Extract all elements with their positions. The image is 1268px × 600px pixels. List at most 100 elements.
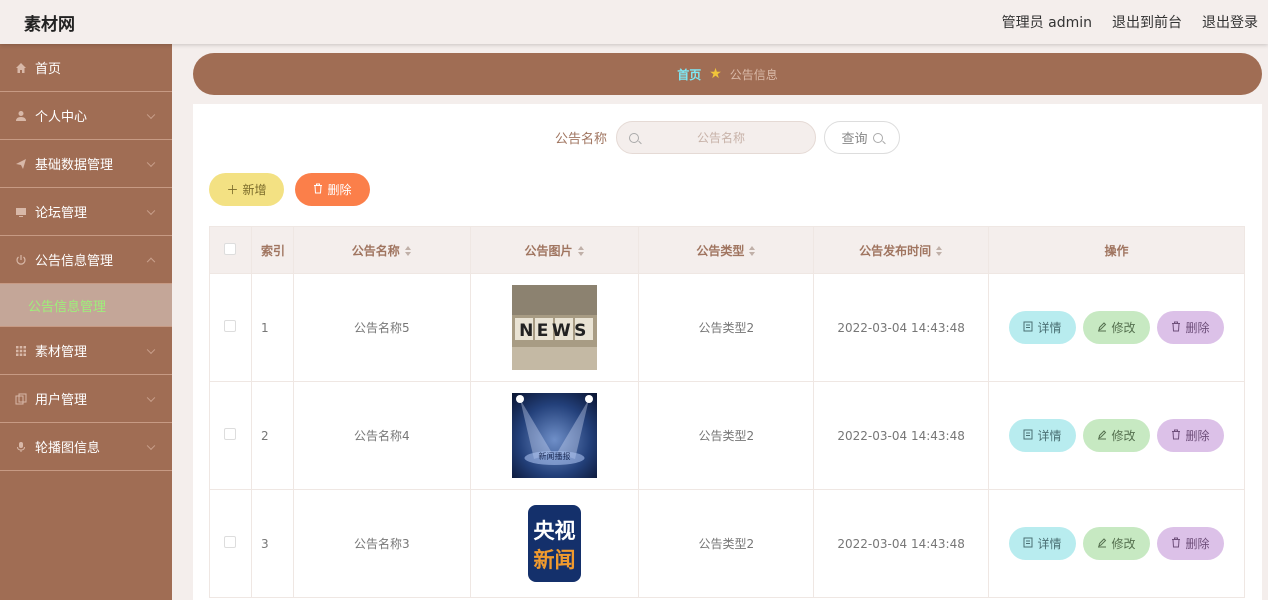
sidebar-item-home[interactable]: 首页 [0,44,172,92]
select-all-cell [209,226,252,274]
document-icon [1023,429,1033,443]
trash-icon [1171,429,1181,443]
delete-button[interactable]: 删除 [1157,419,1224,452]
header-time-label: 公告发布时间 [859,243,932,258]
delete-button-label: 删除 [1185,537,1210,551]
table-row: 3 公告名称3 央视 新闻 公告类型2 2022-03-04 14:43:48 [209,489,1245,598]
sort-icon[interactable] [577,246,585,256]
edit-button-label: 修改 [1111,429,1136,443]
sidebar-item-label: 公告信息管理 [35,254,114,269]
news-broadcast-thumbnail[interactable]: 新闻播报 [512,393,598,478]
detail-button-label: 详情 [1037,429,1062,443]
admin-label[interactable]: 管理员 admin [1002,12,1092,32]
thumbnail-text-bottom: 新闻 [534,548,576,572]
header-type-label: 公告类型 [696,243,745,258]
row-image-cell: NEWS [469,273,640,382]
document-icon [1023,321,1033,335]
notice-table: 索引 公告名称 公告图片 公告类型 公告发布时间 操作 1 公告名称5 NEWS… [209,226,1245,598]
edit-button[interactable]: 修改 [1083,311,1150,344]
search-row: 公告名称 查询 [193,121,1262,154]
table-header-row: 索引 公告名称 公告图片 公告类型 公告发布时间 操作 [209,226,1245,274]
chevron-up-icon [146,257,156,266]
sidebar-item-carousel[interactable]: 轮播图信息 [0,423,172,471]
detail-button[interactable]: 详情 [1009,527,1076,560]
breadcrumb: 首页 ★ 公告信息 [193,53,1262,95]
delete-button[interactable]: 删除 [1157,311,1224,344]
sort-icon[interactable] [936,246,943,256]
sidebar-item-label: 首页 [35,62,62,77]
row-time: 2022-03-04 14:43:48 [813,273,990,382]
sidebar-item-users[interactable]: 用户管理 [0,375,172,423]
select-all-checkbox[interactable] [224,242,237,255]
chevron-down-icon [146,345,156,354]
monitor-icon [14,205,28,219]
batch-delete-button[interactable]: 删除 [295,173,370,206]
table-row: 1 公告名称5 NEWS 公告类型2 2022-03-04 14:43:48 详… [209,273,1245,382]
thumbnail-text: NEWS [519,321,590,341]
sidebar-item-label: 基础数据管理 [35,158,114,173]
top-bar: 素材网 管理员 admin 退出到前台 退出登录 [0,0,1268,44]
delete-button-label: 删除 [1185,321,1210,335]
table-row: 2 公告名称4 新闻播报 公告类型2 2022-03-04 14:43:48 详… [209,381,1245,490]
row-time: 2022-03-04 14:43:48 [813,489,990,598]
sidebar-item-label: 轮播图信息 [35,441,101,456]
header-time[interactable]: 公告发布时间 [813,226,990,274]
news-thumbnail[interactable]: NEWS [512,285,598,370]
plus-icon: ＋ [226,183,239,197]
breadcrumb-home[interactable]: 首页 [677,66,701,83]
cctv-news-thumbnail[interactable]: 央视 新闻 [512,501,598,586]
sidebar-subitem-notice-management[interactable]: 公告信息管理 [0,284,172,327]
search-label: 公告名称 [554,132,607,147]
delete-button-label: 删除 [327,183,352,197]
query-button[interactable]: 查询 [824,121,900,154]
search-input[interactable] [639,130,803,145]
brand-title: 素材网 [24,14,75,35]
header-name[interactable]: 公告名称 [292,226,471,274]
edit-button-label: 修改 [1111,321,1136,335]
detail-button-label: 详情 [1037,537,1062,551]
row-ops-cell: 详情 修改 删除 [988,381,1245,490]
row-ops-cell: 详情 修改 删除 [988,489,1245,598]
row-type: 公告类型2 [638,489,815,598]
sidebar-item-label: 个人中心 [35,110,88,125]
header-image[interactable]: 公告图片 [469,226,640,274]
main-panel: 公告名称 查询 ＋ 新增 删除 索引 公告名称 [193,104,1262,600]
sidebar-item-personal-center[interactable]: 个人中心 [0,92,172,140]
header-ops: 操作 [988,226,1245,274]
row-checkbox[interactable] [224,536,237,548]
logout-link[interactable]: 退出登录 [1202,12,1258,32]
detail-button[interactable]: 详情 [1009,311,1076,344]
trash-icon [1171,321,1181,335]
exit-to-front-link[interactable]: 退出到前台 [1112,12,1182,32]
pencil-icon [1097,537,1107,551]
sort-icon[interactable] [749,246,756,256]
add-button[interactable]: ＋ 新增 [209,173,284,206]
chevron-down-icon [146,158,156,167]
detail-button[interactable]: 详情 [1009,419,1076,452]
edit-button[interactable]: 修改 [1083,419,1150,452]
mic-icon [14,440,28,454]
header-index: 索引 [250,226,294,274]
sidebar-item-basic-data[interactable]: 基础数据管理 [0,140,172,188]
copy-icon [14,392,28,406]
row-index: 1 [250,273,294,382]
search-input-wrapper [616,121,816,154]
sidebar: 首页 个人中心 基础数据管理 论坛管理 公告信息管理 公告信息管理 素材管理 用… [0,44,172,600]
sort-icon[interactable] [404,246,412,256]
sidebar-item-forum[interactable]: 论坛管理 [0,188,172,236]
header-type[interactable]: 公告类型 [638,226,815,274]
sidebar-item-label: 素材管理 [35,345,88,360]
delete-button[interactable]: 删除 [1157,527,1224,560]
sidebar-item-material[interactable]: 素材管理 [0,327,172,375]
sidebar-item-notice-management[interactable]: 公告信息管理 [0,236,172,284]
power-icon [14,253,28,267]
row-checkbox[interactable] [224,428,237,440]
edit-button[interactable]: 修改 [1083,527,1150,560]
user-icon [14,109,28,123]
send-icon [14,157,28,171]
trash-icon [1171,537,1181,551]
action-row: ＋ 新增 删除 [209,173,370,206]
top-bar-links: 管理员 admin 退出到前台 退出登录 [1002,12,1258,32]
document-icon [1023,537,1033,551]
row-checkbox[interactable] [224,320,237,332]
